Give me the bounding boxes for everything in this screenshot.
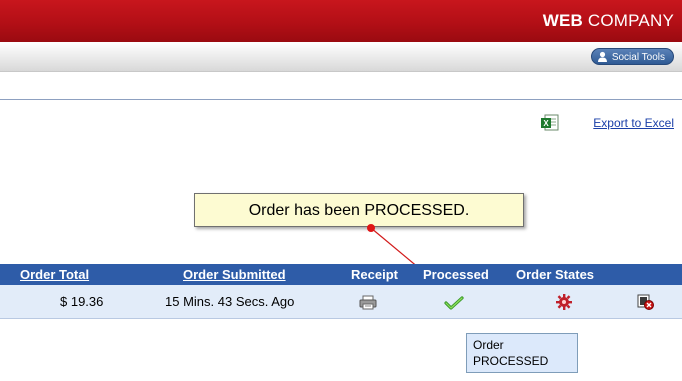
order-total-header[interactable]: Order Total <box>20 267 89 282</box>
toolbar: Social Tools <box>0 42 682 72</box>
printer-icon[interactable] <box>359 295 377 310</box>
divider-line <box>0 99 682 100</box>
excel-icon[interactable]: X <box>540 114 559 131</box>
top-header-bar: WEB COMPANY <box>0 0 682 42</box>
tooltip-line-1: Order <box>473 338 504 352</box>
social-tools-button[interactable]: Social Tools <box>590 48 674 65</box>
processed-header: Processed <box>423 267 489 282</box>
order-submitted-header[interactable]: Order Submitted <box>183 267 286 282</box>
brand-logo[interactable]: WEB COMPANY <box>543 11 674 31</box>
checkmark-icon[interactable] <box>444 296 464 310</box>
delete-record-icon[interactable] <box>637 294 654 310</box>
svg-text:X: X <box>543 119 549 128</box>
export-to-excel-link[interactable]: Export to Excel <box>593 116 674 130</box>
social-tools-label: Social Tools <box>611 52 665 63</box>
table-row: $ 19.36 15 Mins. 43 Secs. Ago <box>0 285 682 319</box>
processed-tooltip: Order PROCESSED <box>466 333 578 373</box>
order-total-cell: $ 19.36 <box>60 294 104 309</box>
brand-rest: COMPANY <box>582 11 674 30</box>
processed-callout: Order has been PROCESSED. <box>194 193 524 227</box>
brand-bold: WEB <box>542 11 583 30</box>
gear-icon[interactable] <box>555 293 573 311</box>
order-states-header: Order States <box>516 267 595 282</box>
order-submitted-cell: 15 Mins. 43 Secs. Ago <box>165 294 295 309</box>
user-icon <box>597 51 607 62</box>
receipt-header: Receipt <box>351 267 398 282</box>
tooltip-line-2: PROCESSED <box>473 354 549 368</box>
orders-table-header: Order Total Order Submitted Receipt Proc… <box>0 264 682 285</box>
